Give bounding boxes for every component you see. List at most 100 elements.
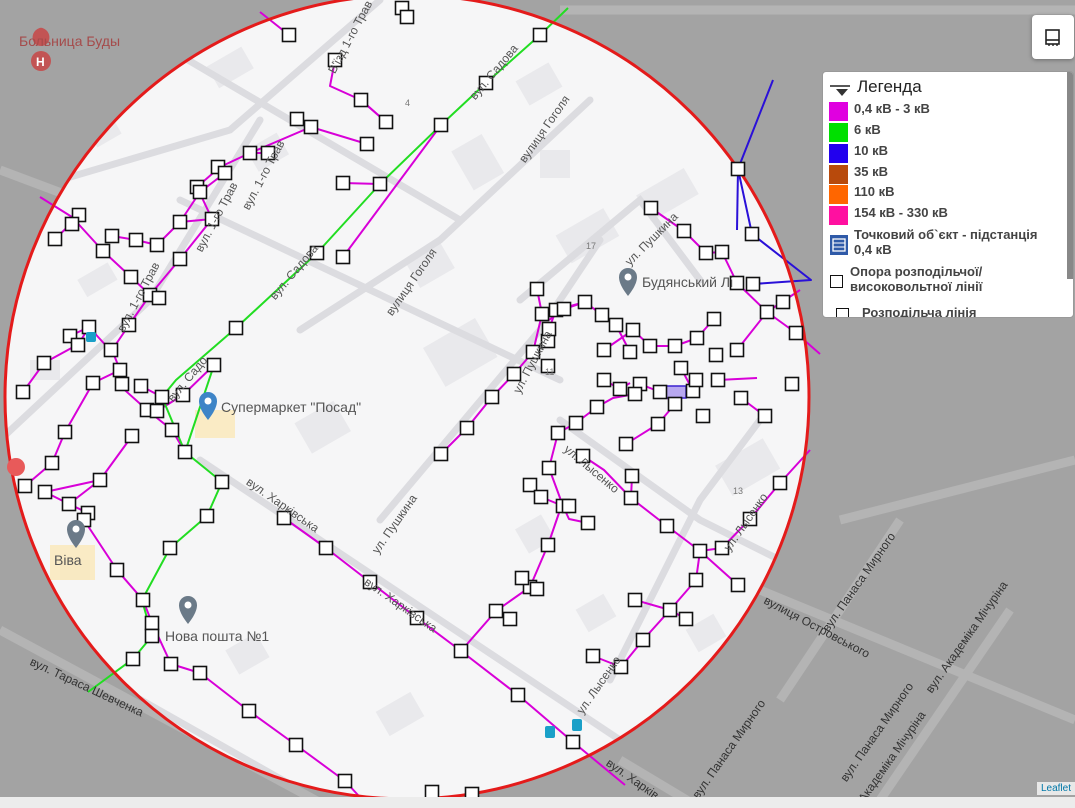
pole-marker[interactable] [608,317,624,333]
pole-marker[interactable] [688,372,704,388]
pole-marker[interactable] [172,251,188,267]
pole-marker[interactable] [759,304,775,320]
pole-marker[interactable] [85,375,101,391]
layers-toggle-button[interactable] [1032,15,1074,59]
pole-marker[interactable] [534,306,550,322]
pole-marker[interactable] [103,342,119,358]
collapse-caret-icon[interactable] [829,83,851,97]
power-line[interactable] [736,168,739,231]
pole-marker[interactable] [36,355,52,371]
pole-marker[interactable] [228,320,244,336]
pole-marker[interactable] [109,562,125,578]
pole-marker[interactable] [662,602,678,618]
pole-marker[interactable] [217,165,233,181]
pole-marker[interactable] [659,518,675,534]
pole-marker[interactable] [556,301,572,317]
pole-marker[interactable] [733,390,749,406]
pole-marker[interactable] [64,216,80,232]
pole-marker[interactable] [714,244,730,260]
pole-marker[interactable] [618,436,634,452]
pole-marker[interactable] [757,408,773,424]
pole-marker[interactable] [151,290,167,306]
pole-marker[interactable] [589,399,605,415]
pole-marker[interactable] [775,294,791,310]
pole-marker[interactable] [772,475,788,491]
pole-marker[interactable] [288,737,304,753]
pole-marker[interactable] [673,360,689,376]
pole-marker[interactable] [92,472,108,488]
pole-marker[interactable] [123,269,139,285]
pole-marker[interactable] [652,384,668,400]
pole-marker[interactable] [541,460,557,476]
pole-marker[interactable] [529,581,545,597]
pole-marker[interactable] [550,425,566,441]
pole-marker[interactable] [689,330,705,346]
pole-marker[interactable] [372,176,388,192]
pole-marker[interactable] [399,9,415,25]
pole-marker[interactable] [784,376,800,392]
pole-marker[interactable] [730,161,746,177]
pole-marker[interactable] [144,628,160,644]
pole-marker[interactable] [378,114,394,130]
pole-marker[interactable] [114,376,130,392]
pole-marker[interactable] [627,386,643,402]
pole-marker[interactable] [135,592,151,608]
pole-marker[interactable] [112,362,128,378]
pole-marker[interactable] [57,424,73,440]
pole-marker[interactable] [144,615,160,631]
pole-marker[interactable] [335,175,351,191]
pole-marker[interactable] [163,656,179,672]
pole-marker[interactable] [514,570,530,586]
pole-marker[interactable] [698,245,714,261]
pole-marker[interactable] [61,496,77,512]
pole-marker[interactable] [635,632,651,648]
pole-marker[interactable] [623,490,639,506]
attribution-link[interactable]: Leaflet [1036,782,1075,795]
pole-marker[interactable] [642,338,658,354]
pole-marker[interactable] [199,508,215,524]
legend-panel[interactable]: Легенда 0,4 кВ - 3 кВ 6 кВ 10 кВ 35 кВ 1… [822,71,1074,318]
pole-marker[interactable] [459,420,475,436]
pole-marker[interactable] [164,422,180,438]
pole-marker[interactable] [359,136,375,152]
pole-marker[interactable] [484,389,500,405]
pole-marker[interactable] [568,415,584,431]
legend-scrollbar[interactable] [1067,72,1073,279]
pole-marker[interactable] [15,384,31,400]
pole-marker[interactable] [710,372,726,388]
pole-marker[interactable] [453,643,469,659]
pole-marker[interactable] [281,27,297,43]
pole-marker[interactable] [488,603,504,619]
pole-marker[interactable] [678,611,694,627]
pole-marker[interactable] [585,648,601,664]
pole-marker[interactable] [744,226,760,242]
pole-marker[interactable] [522,477,538,493]
pole-marker[interactable] [532,27,548,43]
pole-marker[interactable] [337,773,353,789]
pole-marker[interactable] [692,543,708,559]
pole-marker[interactable] [624,468,640,484]
pole-marker[interactable] [433,446,449,462]
pole-marker[interactable] [104,228,120,244]
pole-marker[interactable] [594,307,610,323]
pole-marker[interactable] [667,338,683,354]
pole-marker[interactable] [577,294,593,310]
pole-marker[interactable] [241,703,257,719]
pole-marker[interactable] [529,281,545,297]
pole-marker[interactable] [172,214,188,230]
pole-marker[interactable] [70,337,86,353]
pole-marker[interactable] [745,276,761,292]
pole-marker[interactable] [303,119,319,135]
pole-marker[interactable] [133,378,149,394]
pole-marker[interactable] [708,347,724,363]
pole-marker[interactable] [533,489,549,505]
pole-marker[interactable] [729,342,745,358]
pole-marker[interactable] [596,342,612,358]
pole-marker[interactable] [192,184,208,200]
pole-marker[interactable] [124,428,140,444]
pole-marker[interactable] [149,403,165,419]
pole-marker[interactable] [162,540,178,556]
pole-marker[interactable] [17,478,33,494]
pole-marker[interactable] [214,474,230,490]
pole-marker[interactable] [81,319,97,335]
